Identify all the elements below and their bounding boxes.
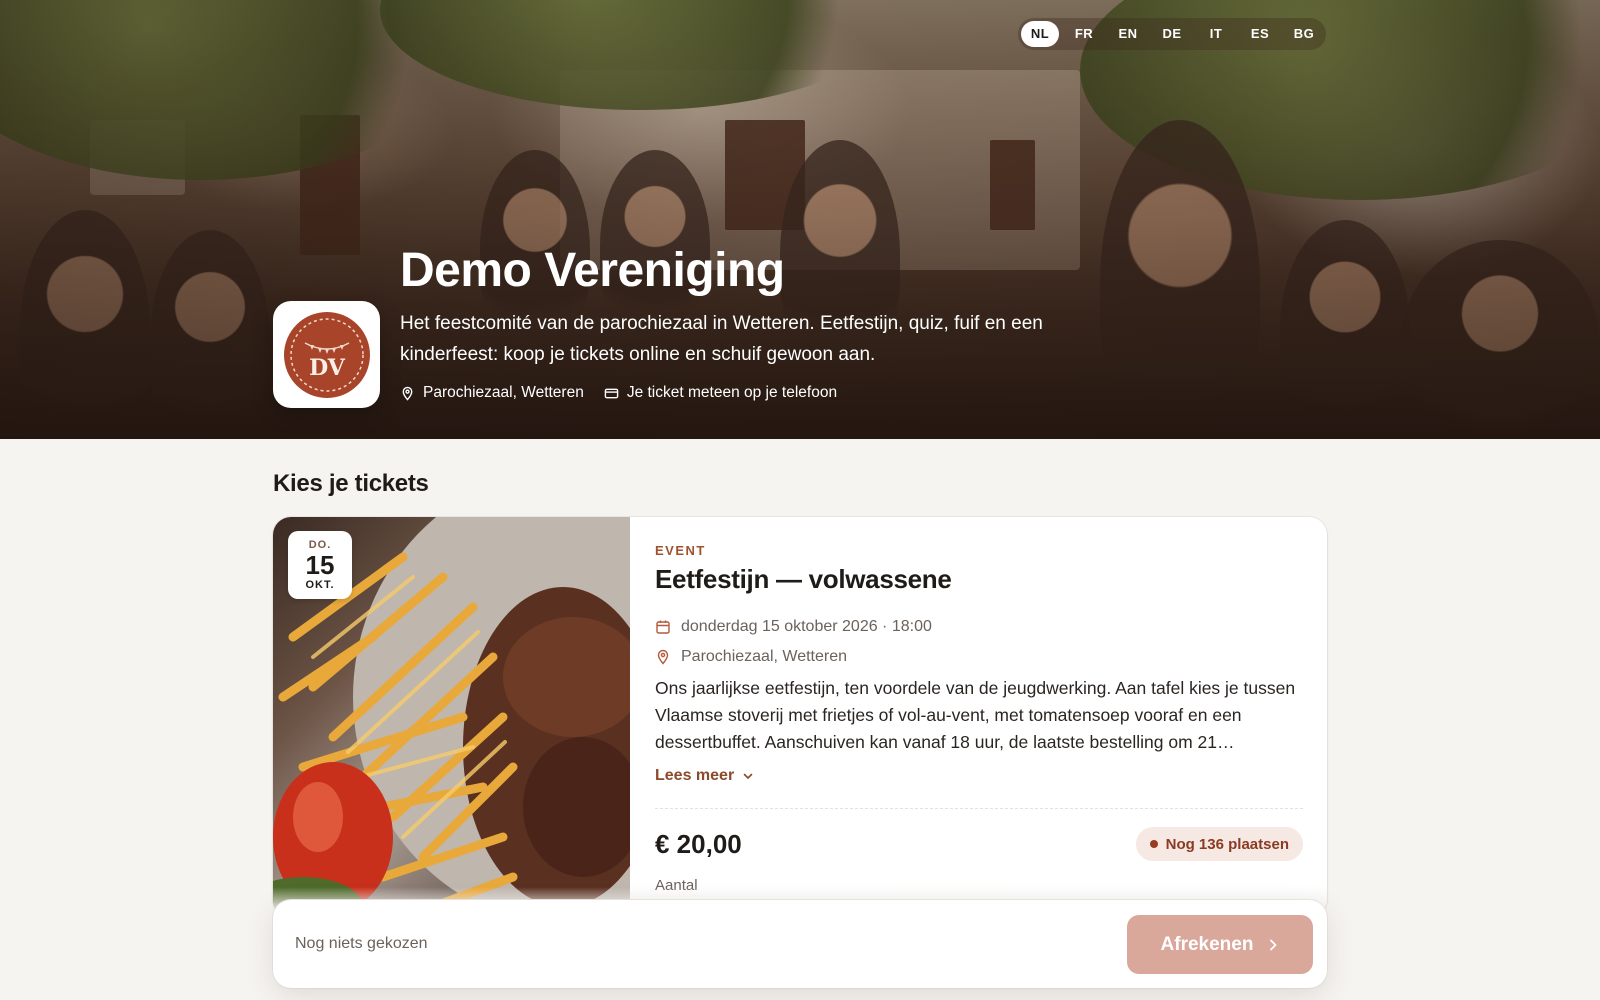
lang-option-nl[interactable]: NL [1021,21,1059,47]
lang-option-de[interactable]: DE [1153,21,1191,47]
map-pin-icon [657,649,669,665]
organization-location: Parochiezaal, Wetteren [400,384,584,402]
tickets-section-title: Kies je tickets [273,470,429,497]
svg-text:DV: DV [309,355,346,381]
event-description: Ons jaarlijkse eetfestijn, ten voordele … [655,678,1296,752]
availability-dot-icon [1149,840,1158,848]
event-date-badge: DO. 15 OKT. [288,531,352,599]
map-pin-icon [402,386,413,401]
ticket-icon [604,388,619,398]
checkout-button[interactable]: Afrekenen [1127,915,1313,974]
organization-description: Het feestcomité van de parochiezaal in W… [400,313,1043,365]
event-title: Eetfestijn — volwassene [655,564,952,594]
ticket-delivery-info: Je ticket meteen op je telefoon [604,384,837,402]
language-switcher: NL FR EN DE IT ES BG [1018,18,1326,50]
read-more-label: Lees meer [655,767,735,784]
event-price: € 20,00 [655,829,742,859]
event-divider [655,808,1303,809]
checkout-bar: Nog niets gekozen Afrekenen [273,900,1327,988]
organization-meta: Parochiezaal, Wetteren Je ticket meteen … [400,384,837,402]
event-category: EVENT [655,543,706,558]
lang-option-bg[interactable]: BG [1285,21,1323,47]
calendar-icon [656,620,670,634]
cart-status: Nog niets gekozen [295,935,428,952]
organization-logo: DV [273,301,380,408]
event-image: DO. 15 OKT. [273,517,630,917]
lang-option-fr[interactable]: FR [1065,21,1103,47]
lang-option-en[interactable]: EN [1109,21,1147,47]
event-datetime: donderdag 15 oktober 2026 · 18:00 [655,618,932,636]
checkout-button-label: Afrekenen [1160,933,1254,955]
organization-location-label: Parochiezaal, Wetteren [423,384,584,401]
chevron-right-icon [1270,939,1277,950]
event-date-month: OKT. [305,579,335,591]
availability-badge: Nog 136 plaatsen [1135,827,1303,861]
event-location-label: Parochiezaal, Wetteren [681,648,848,665]
chevron-down-icon [743,773,753,779]
lang-option-es[interactable]: ES [1241,21,1279,47]
event-card: DO. 15 OKT. EVENT Eetfestijn — volwassen… [273,517,1327,917]
event-details: EVENT Eetfestijn — volwassene donderdag … [655,517,1303,917]
lang-option-it[interactable]: IT [1197,21,1235,47]
hero-banner: NL FR EN DE IT ES BG DV Demo Vereniging … [0,0,1600,439]
ticket-delivery-label: Je ticket meteen op je telefoon [626,384,838,401]
organization-logo-emblem: DV [283,311,370,398]
event-datetime-label: donderdag 15 oktober 2026 · 18:00 [681,618,932,635]
event-location: Parochiezaal, Wetteren [655,648,847,666]
organization-name: Demo Vereniging [400,244,785,297]
event-date-day: 15 [305,550,335,580]
read-more-link[interactable]: Lees meer [655,767,754,785]
availability-label: Nog 136 plaatsen [1165,835,1289,853]
